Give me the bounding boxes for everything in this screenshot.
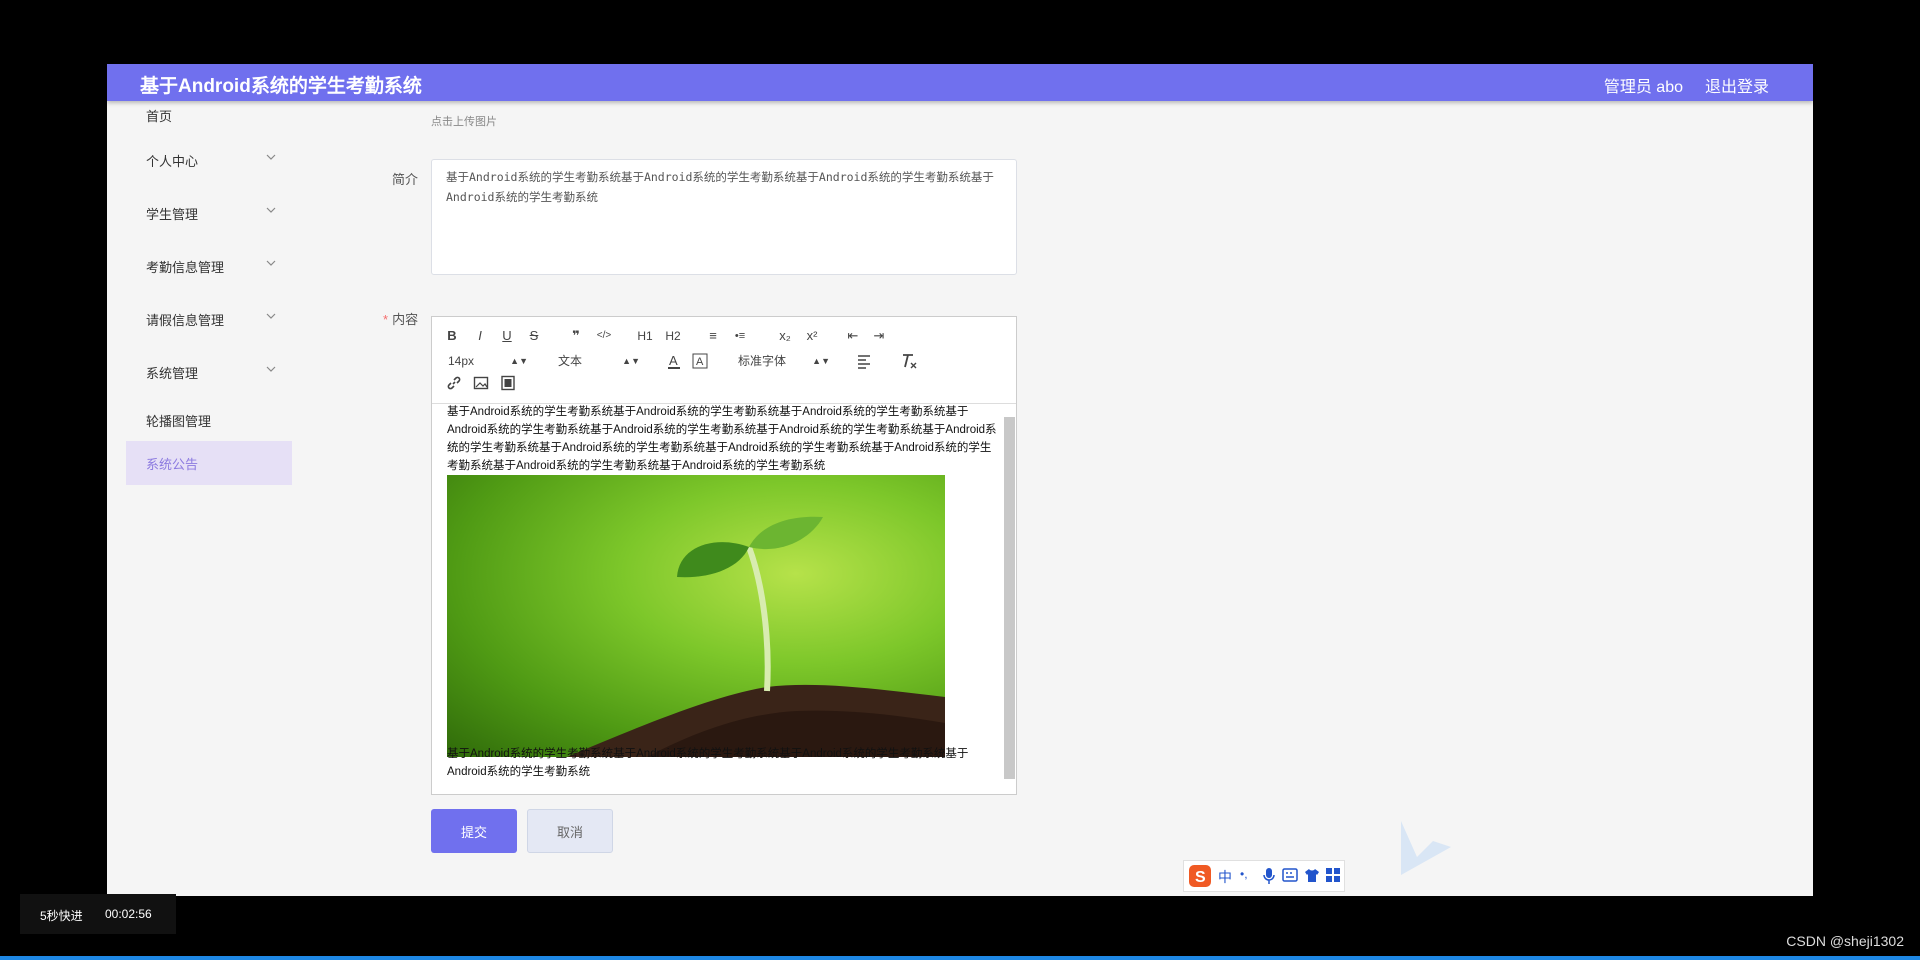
sidebar-item-label: 系统公告 bbox=[146, 457, 199, 472]
select-arrow-icon: ▲▼ bbox=[812, 356, 830, 366]
content-label: * 内容 bbox=[383, 309, 418, 328]
sogou-logo-icon: S bbox=[1189, 865, 1211, 887]
editor-scrollbar[interactable] bbox=[1004, 417, 1015, 779]
font-color-icon[interactable]: A bbox=[666, 352, 682, 370]
heading1-button[interactable]: H1 bbox=[635, 327, 655, 345]
underline-button[interactable]: U bbox=[499, 327, 515, 345]
chevron-down-icon bbox=[266, 154, 276, 160]
select-arrow-icon: ▲▼ bbox=[622, 356, 640, 366]
rich-text-editor: B I U S ❞ </> H1 H2 ≡ •≡ x₂ x² ⇤ ⇥ 14px … bbox=[431, 316, 1017, 795]
indent-button[interactable]: ⇥ bbox=[870, 327, 888, 345]
code-block-button[interactable]: </> bbox=[593, 327, 615, 345]
content-label-text: 内容 bbox=[392, 312, 419, 327]
svg-text:A: A bbox=[669, 353, 678, 368]
italic-button[interactable]: I bbox=[472, 327, 488, 345]
skin-shirt-icon[interactable] bbox=[1304, 867, 1320, 883]
link-icon[interactable] bbox=[446, 375, 462, 391]
skip-forward-button[interactable]: 5秒快进 bbox=[40, 907, 83, 924]
intro-textarea[interactable]: 基于Android系统的学生考勤系统基于Android系统的学生考勤系统基于An… bbox=[431, 159, 1017, 275]
editor-text-before-image: 基于Android系统的学生考勤系统基于Android系统的学生考勤系统基于An… bbox=[447, 406, 997, 472]
svg-text:A: A bbox=[696, 356, 704, 368]
sidebar-item-label: 请假信息管理 bbox=[146, 313, 225, 328]
submit-button[interactable]: 提交 bbox=[431, 809, 517, 853]
font-family-select[interactable]: 标准字体 ▲▼ bbox=[738, 352, 830, 370]
select-arrow-icon: ▲▼ bbox=[510, 356, 528, 366]
font-family-value: 标准字体 bbox=[738, 354, 787, 368]
sidebar-item-leave-management[interactable]: 请假信息管理 bbox=[126, 297, 292, 341]
video-progress-bar[interactable] bbox=[0, 956, 1920, 960]
ime-punct-label[interactable]: •, bbox=[1240, 867, 1248, 881]
sidebar-item-system-management[interactable]: 系统管理 bbox=[126, 350, 292, 394]
ordered-list-button[interactable]: ≡ bbox=[704, 327, 722, 345]
strikethrough-button[interactable]: S bbox=[526, 327, 542, 345]
credit-watermark: CSDN @sheji1302 bbox=[1786, 933, 1904, 949]
keyboard-icon[interactable] bbox=[1282, 868, 1298, 882]
required-mark: * bbox=[383, 312, 389, 327]
subscript-button[interactable]: x₂ bbox=[776, 327, 794, 345]
seedling-illustration bbox=[567, 516, 945, 757]
app-title: 基于Android系统的学生考勤系统 bbox=[140, 76, 422, 97]
sidebar-item-attendance-management[interactable]: 考勤信息管理 bbox=[126, 244, 292, 288]
block-format-value: 文本 bbox=[558, 354, 583, 368]
sidebar-item-label: 学生管理 bbox=[146, 207, 199, 222]
align-icon[interactable] bbox=[856, 353, 872, 369]
chevron-down-icon bbox=[266, 313, 276, 319]
sidebar-item-label: 系统管理 bbox=[146, 366, 199, 381]
ime-mode-label[interactable]: 中 bbox=[1218, 867, 1232, 887]
upload-hint[interactable]: 点击上传图片 bbox=[431, 113, 497, 129]
main-content: 点击上传图片 简介 基于Android系统的学生考勤系统基于Android系统的… bbox=[297, 101, 1813, 896]
sidebar-item-student-management[interactable]: 学生管理 bbox=[126, 191, 292, 235]
svg-text:S: S bbox=[1195, 869, 1206, 886]
block-format-select[interactable]: 文本 ▲▼ bbox=[558, 352, 640, 370]
font-size-value: 14px bbox=[448, 354, 475, 368]
background-color-icon[interactable]: A bbox=[692, 352, 708, 370]
bullet-list-button[interactable]: •≡ bbox=[729, 327, 751, 345]
clear-format-icon[interactable] bbox=[900, 352, 918, 370]
editor-content-area[interactable]: 基于Android系统的学生考勤系统基于Android系统的学生考勤系统基于An… bbox=[432, 403, 1002, 794]
chevron-down-icon bbox=[266, 207, 276, 213]
cancel-button[interactable]: 取消 bbox=[527, 809, 613, 853]
playback-time: 00:02:56 bbox=[105, 907, 152, 921]
chevron-down-icon bbox=[266, 260, 276, 266]
sidebar: 首页 个人中心 学生管理 考勤信息管理 请假信息管理 系统管理 轮播图管理 系统… bbox=[107, 101, 297, 896]
seedling-image bbox=[447, 475, 945, 757]
sidebar-item-label: 个人中心 bbox=[146, 154, 199, 169]
watermark-logo-icon bbox=[1401, 821, 1451, 875]
ime-toolbar: S 中 •, bbox=[1183, 860, 1345, 892]
admin-user-label: 管理员 abo bbox=[1603, 79, 1683, 96]
sidebar-item-system-notice[interactable]: 系统公告 bbox=[126, 441, 292, 485]
editor-toolbar: B I U S ❞ </> H1 H2 ≡ •≡ x₂ x² ⇤ ⇥ 14px … bbox=[432, 317, 1016, 404]
video-icon[interactable] bbox=[500, 375, 516, 391]
heading2-button[interactable]: H2 bbox=[663, 327, 683, 345]
editor-text-after-image: 基于Android系统的学生考勤系统基于Android系统的学生考勤系统基于An… bbox=[447, 748, 969, 778]
blockquote-button[interactable]: ❞ bbox=[567, 327, 585, 345]
bold-button[interactable]: B bbox=[444, 327, 460, 345]
logout-link[interactable]: 退出登录 bbox=[1705, 73, 1769, 97]
video-overlay: 5秒快进 00:02:56 bbox=[20, 894, 176, 934]
chevron-down-icon bbox=[266, 366, 276, 372]
intro-label: 简介 bbox=[392, 172, 419, 187]
sidebar-item-label: 轮播图管理 bbox=[146, 414, 212, 429]
sidebar-item-label: 考勤信息管理 bbox=[146, 260, 225, 275]
superscript-button[interactable]: x² bbox=[803, 327, 821, 345]
font-size-select[interactable]: 14px ▲▼ bbox=[448, 352, 528, 370]
sidebar-item-personal-center[interactable]: 个人中心 bbox=[126, 138, 292, 182]
outdent-button[interactable]: ⇤ bbox=[844, 327, 862, 345]
top-header: 基于Android系统的学生考勤系统 管理员 abo 退出登录 bbox=[107, 64, 1813, 101]
image-icon[interactable] bbox=[473, 375, 489, 391]
toolbox-grid-icon[interactable] bbox=[1325, 867, 1341, 883]
app-window: 基于Android系统的学生考勤系统 管理员 abo 退出登录 首页 个人中心 … bbox=[107, 64, 1813, 896]
microphone-icon[interactable] bbox=[1262, 867, 1276, 885]
sidebar-item-label: 首页 bbox=[146, 109, 173, 124]
sidebar-item-carousel-management[interactable]: 轮播图管理 bbox=[126, 398, 292, 442]
